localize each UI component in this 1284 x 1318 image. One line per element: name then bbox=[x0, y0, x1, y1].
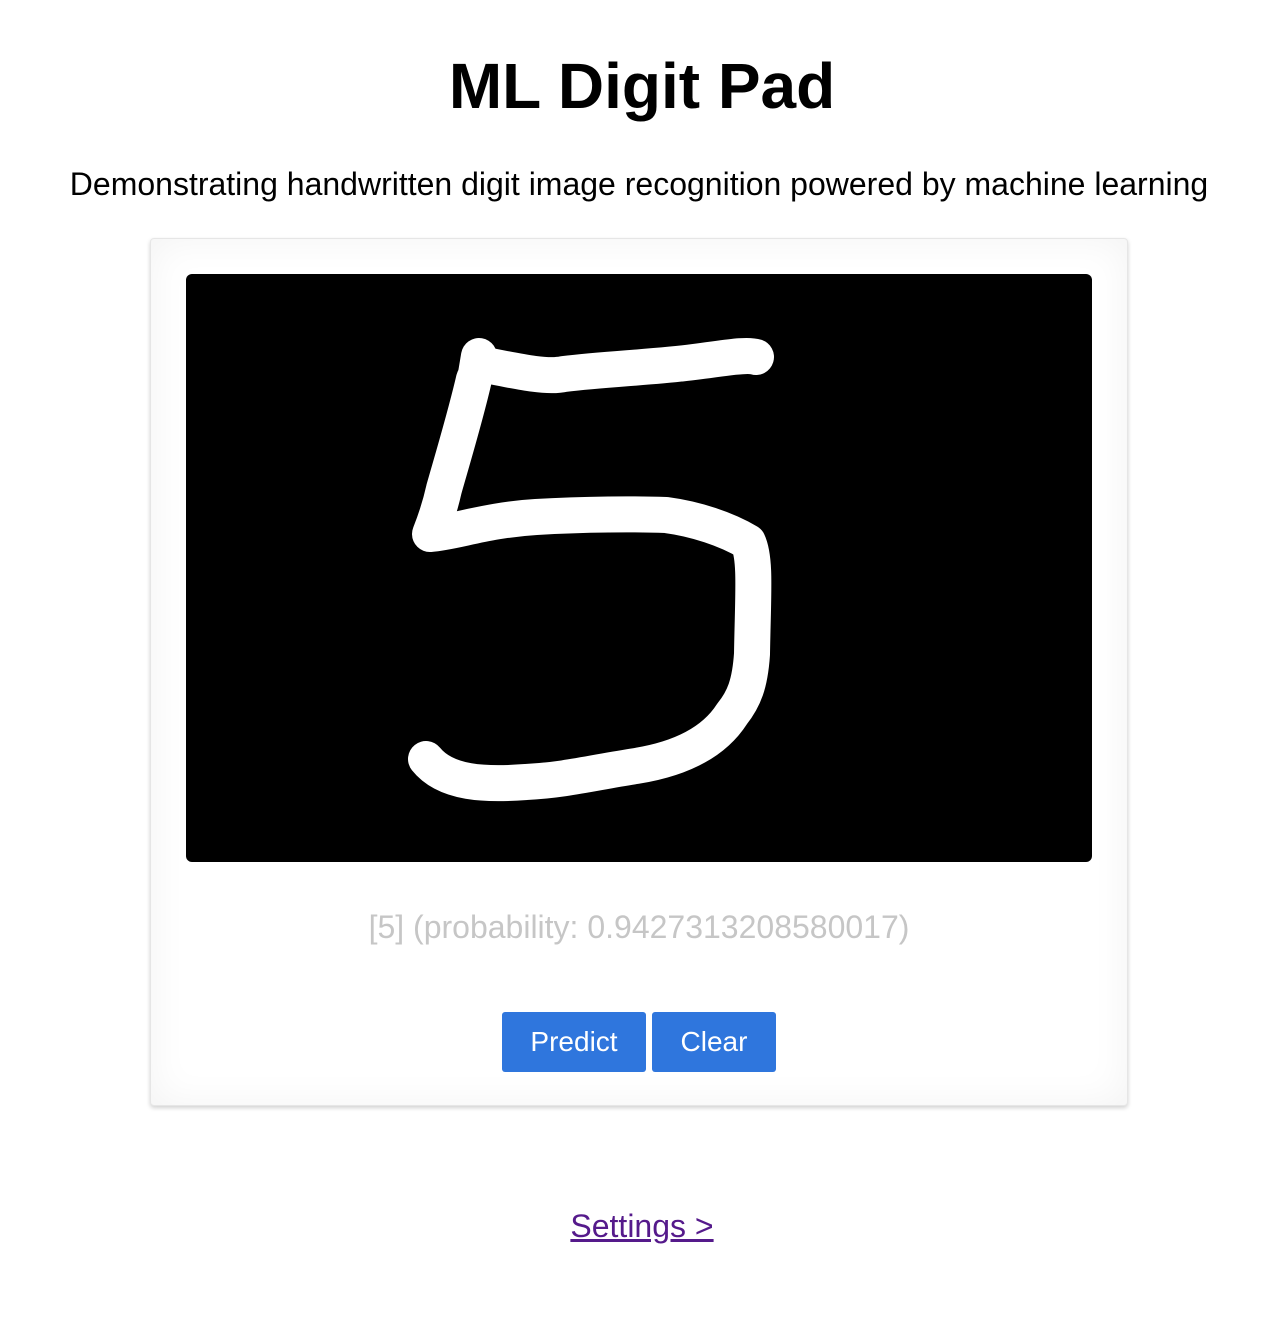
page-subtitle: Demonstrating handwritten digit image re… bbox=[69, 166, 1209, 202]
settings-link-container: Settings > bbox=[0, 1206, 1284, 1246]
digit-stroke-body bbox=[408, 361, 772, 802]
clear-button[interactable]: Clear bbox=[652, 1012, 776, 1072]
settings-link[interactable]: Settings > bbox=[570, 1208, 713, 1244]
drawing-canvas[interactable] bbox=[186, 274, 1092, 862]
prediction-result: [5] (probability: 0.9427313208580017) bbox=[368, 909, 910, 945]
digit-pad-card: [5] (probability: 0.9427313208580017) Pr… bbox=[150, 238, 1128, 1106]
handwritten-digit-drawing bbox=[408, 337, 774, 802]
page-title: ML Digit Pad bbox=[448, 50, 836, 122]
digit-stroke-top-bar bbox=[462, 337, 774, 394]
predict-button[interactable]: Predict bbox=[502, 1012, 646, 1072]
